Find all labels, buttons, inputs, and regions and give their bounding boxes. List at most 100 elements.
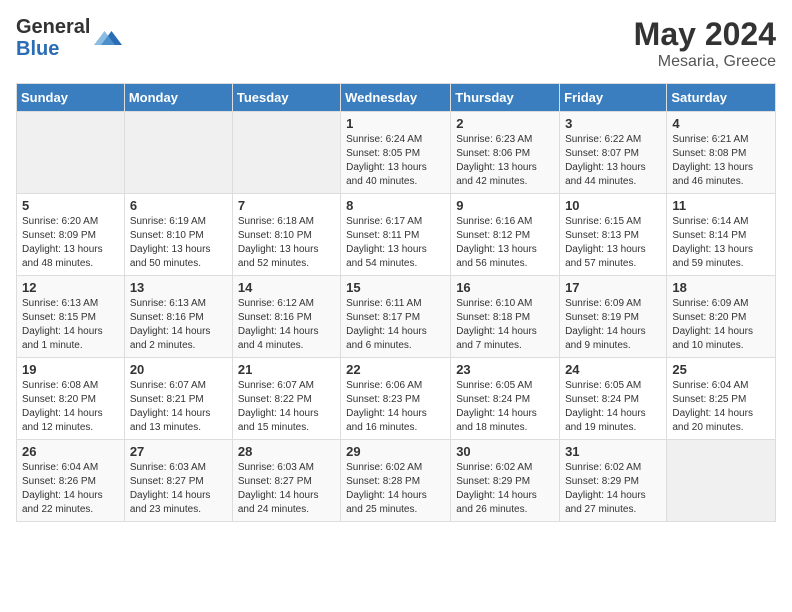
calendar-cell xyxy=(232,112,340,194)
day-info: Sunrise: 6:20 AM Sunset: 8:09 PM Dayligh… xyxy=(22,215,119,271)
day-number: 31 xyxy=(565,444,661,459)
logo: General Blue xyxy=(16,16,122,60)
column-header-sunday: Sunday xyxy=(17,84,125,112)
calendar-cell: 12 Sunrise: 6:13 AM Sunset: 8:15 PM Dayli… xyxy=(17,276,125,358)
day-number: 10 xyxy=(565,198,661,213)
day-info: Sunrise: 6:23 AM Sunset: 8:06 PM Dayligh… xyxy=(456,133,554,189)
calendar-cell: 5 Sunrise: 6:20 AM Sunset: 8:09 PM Daylig… xyxy=(17,194,125,276)
day-number: 17 xyxy=(565,280,661,295)
calendar-week-row: 12 Sunrise: 6:13 AM Sunset: 8:15 PM Dayli… xyxy=(17,276,776,358)
column-header-thursday: Thursday xyxy=(451,84,560,112)
calendar-header-row: SundayMondayTuesdayWednesdayThursdayFrid… xyxy=(17,84,776,112)
column-header-wednesday: Wednesday xyxy=(341,84,451,112)
calendar-cell xyxy=(667,440,776,522)
day-number: 26 xyxy=(22,444,119,459)
day-number: 23 xyxy=(456,362,554,377)
column-header-tuesday: Tuesday xyxy=(232,84,340,112)
day-info: Sunrise: 6:02 AM Sunset: 8:29 PM Dayligh… xyxy=(565,461,661,517)
day-number: 20 xyxy=(130,362,227,377)
column-header-monday: Monday xyxy=(124,84,232,112)
day-info: Sunrise: 6:14 AM Sunset: 8:14 PM Dayligh… xyxy=(672,215,770,271)
calendar-cell: 31 Sunrise: 6:02 AM Sunset: 8:29 PM Dayli… xyxy=(560,440,667,522)
calendar-cell: 13Sunrise: 6:13 AM Sunset: 8:16 PM Dayli… xyxy=(124,276,232,358)
day-number: 4 xyxy=(672,116,770,131)
calendar-cell: 17 Sunrise: 6:09 AM Sunset: 8:19 PM Dayli… xyxy=(560,276,667,358)
calendar-cell: 16Sunrise: 6:10 AM Sunset: 8:18 PM Dayli… xyxy=(451,276,560,358)
calendar-cell: 4 Sunrise: 6:21 AM Sunset: 8:08 PM Daylig… xyxy=(667,112,776,194)
calendar-cell: 2 Sunrise: 6:23 AM Sunset: 8:06 PM Daylig… xyxy=(451,112,560,194)
day-number: 12 xyxy=(22,280,119,295)
calendar-cell: 19 Sunrise: 6:08 AM Sunset: 8:20 PM Dayli… xyxy=(17,358,125,440)
calendar-cell: 23Sunrise: 6:05 AM Sunset: 8:24 PM Dayli… xyxy=(451,358,560,440)
calendar-cell: 18Sunrise: 6:09 AM Sunset: 8:20 PM Dayli… xyxy=(667,276,776,358)
calendar-cell: 20 Sunrise: 6:07 AM Sunset: 8:21 PM Dayli… xyxy=(124,358,232,440)
logo-blue-text: Blue xyxy=(16,38,90,60)
calendar-cell xyxy=(17,112,125,194)
day-number: 3 xyxy=(565,116,661,131)
day-info: Sunrise: 6:19 AM Sunset: 8:10 PM Dayligh… xyxy=(130,215,227,271)
day-info: Sunrise: 6:09 AM Sunset: 8:20 PM Dayligh… xyxy=(672,297,770,353)
day-number: 19 xyxy=(22,362,119,377)
day-info: Sunrise: 6:05 AM Sunset: 8:24 PM Dayligh… xyxy=(565,379,661,435)
calendar-cell: 10 Sunrise: 6:15 AM Sunset: 8:13 PM Dayli… xyxy=(560,194,667,276)
day-info: Sunrise: 6:10 AM Sunset: 8:18 PM Dayligh… xyxy=(456,297,554,353)
calendar-cell: 3 Sunrise: 6:22 AM Sunset: 8:07 PM Daylig… xyxy=(560,112,667,194)
day-number: 2 xyxy=(456,116,554,131)
day-info: Sunrise: 6:03 AM Sunset: 8:27 PM Dayligh… xyxy=(130,461,227,517)
day-info: Sunrise: 6:21 AM Sunset: 8:08 PM Dayligh… xyxy=(672,133,770,189)
page-header: General Blue May 2024 Mesaria, Greece xyxy=(16,16,776,71)
day-number: 25 xyxy=(672,362,770,377)
calendar-cell: 14 Sunrise: 6:12 AM Sunset: 8:16 PM Dayli… xyxy=(232,276,340,358)
logo-general-text: General xyxy=(16,16,90,38)
day-number: 28 xyxy=(238,444,335,459)
day-number: 5 xyxy=(22,198,119,213)
title-block: May 2024 Mesaria, Greece xyxy=(634,16,776,71)
day-info: Sunrise: 6:07 AM Sunset: 8:21 PM Dayligh… xyxy=(130,379,227,435)
day-number: 27 xyxy=(130,444,227,459)
day-info: Sunrise: 6:08 AM Sunset: 8:20 PM Dayligh… xyxy=(22,379,119,435)
calendar-week-row: 5 Sunrise: 6:20 AM Sunset: 8:09 PM Daylig… xyxy=(17,194,776,276)
calendar-week-row: 19 Sunrise: 6:08 AM Sunset: 8:20 PM Dayli… xyxy=(17,358,776,440)
day-number: 15 xyxy=(346,280,445,295)
day-number: 6 xyxy=(130,198,227,213)
calendar-cell: 24 Sunrise: 6:05 AM Sunset: 8:24 PM Dayli… xyxy=(560,358,667,440)
calendar-cell: 22 Sunrise: 6:06 AM Sunset: 8:23 PM Dayli… xyxy=(341,358,451,440)
day-number: 22 xyxy=(346,362,445,377)
day-info: Sunrise: 6:13 AM Sunset: 8:15 PM Dayligh… xyxy=(22,297,119,353)
day-info: Sunrise: 6:16 AM Sunset: 8:12 PM Dayligh… xyxy=(456,215,554,271)
day-info: Sunrise: 6:09 AM Sunset: 8:19 PM Dayligh… xyxy=(565,297,661,353)
day-info: Sunrise: 6:24 AM Sunset: 8:05 PM Dayligh… xyxy=(346,133,445,189)
calendar-week-row: 1 Sunrise: 6:24 AM Sunset: 8:05 PM Daylig… xyxy=(17,112,776,194)
calendar-cell: 28Sunrise: 6:03 AM Sunset: 8:27 PM Dayli… xyxy=(232,440,340,522)
day-info: Sunrise: 6:06 AM Sunset: 8:23 PM Dayligh… xyxy=(346,379,445,435)
day-number: 24 xyxy=(565,362,661,377)
day-number: 14 xyxy=(238,280,335,295)
column-header-friday: Friday xyxy=(560,84,667,112)
day-number: 11 xyxy=(672,198,770,213)
day-number: 13 xyxy=(130,280,227,295)
calendar-cell: 26 Sunrise: 6:04 AM Sunset: 8:26 PM Dayli… xyxy=(17,440,125,522)
location: Mesaria, Greece xyxy=(634,53,776,71)
calendar-cell xyxy=(124,112,232,194)
day-info: Sunrise: 6:15 AM Sunset: 8:13 PM Dayligh… xyxy=(565,215,661,271)
calendar-cell: 6 Sunrise: 6:19 AM Sunset: 8:10 PM Daylig… xyxy=(124,194,232,276)
calendar-cell: 21Sunrise: 6:07 AM Sunset: 8:22 PM Dayli… xyxy=(232,358,340,440)
calendar-cell: 1 Sunrise: 6:24 AM Sunset: 8:05 PM Daylig… xyxy=(341,112,451,194)
day-info: Sunrise: 6:17 AM Sunset: 8:11 PM Dayligh… xyxy=(346,215,445,271)
day-info: Sunrise: 6:12 AM Sunset: 8:16 PM Dayligh… xyxy=(238,297,335,353)
calendar-cell: 11 Sunrise: 6:14 AM Sunset: 8:14 PM Dayli… xyxy=(667,194,776,276)
day-info: Sunrise: 6:04 AM Sunset: 8:25 PM Dayligh… xyxy=(672,379,770,435)
logo-icon xyxy=(94,24,122,52)
calendar-table: SundayMondayTuesdayWednesdayThursdayFrid… xyxy=(16,83,776,522)
day-number: 8 xyxy=(346,198,445,213)
calendar-week-row: 26 Sunrise: 6:04 AM Sunset: 8:26 PM Dayli… xyxy=(17,440,776,522)
day-info: Sunrise: 6:22 AM Sunset: 8:07 PM Dayligh… xyxy=(565,133,661,189)
day-number: 1 xyxy=(346,116,445,131)
day-number: 29 xyxy=(346,444,445,459)
calendar-cell: 9Sunrise: 6:16 AM Sunset: 8:12 PM Daylig… xyxy=(451,194,560,276)
calendar-cell: 7Sunrise: 6:18 AM Sunset: 8:10 PM Daylig… xyxy=(232,194,340,276)
calendar-cell: 30Sunrise: 6:02 AM Sunset: 8:29 PM Dayli… xyxy=(451,440,560,522)
month-year: May 2024 xyxy=(634,16,776,53)
day-info: Sunrise: 6:18 AM Sunset: 8:10 PM Dayligh… xyxy=(238,215,335,271)
day-info: Sunrise: 6:04 AM Sunset: 8:26 PM Dayligh… xyxy=(22,461,119,517)
